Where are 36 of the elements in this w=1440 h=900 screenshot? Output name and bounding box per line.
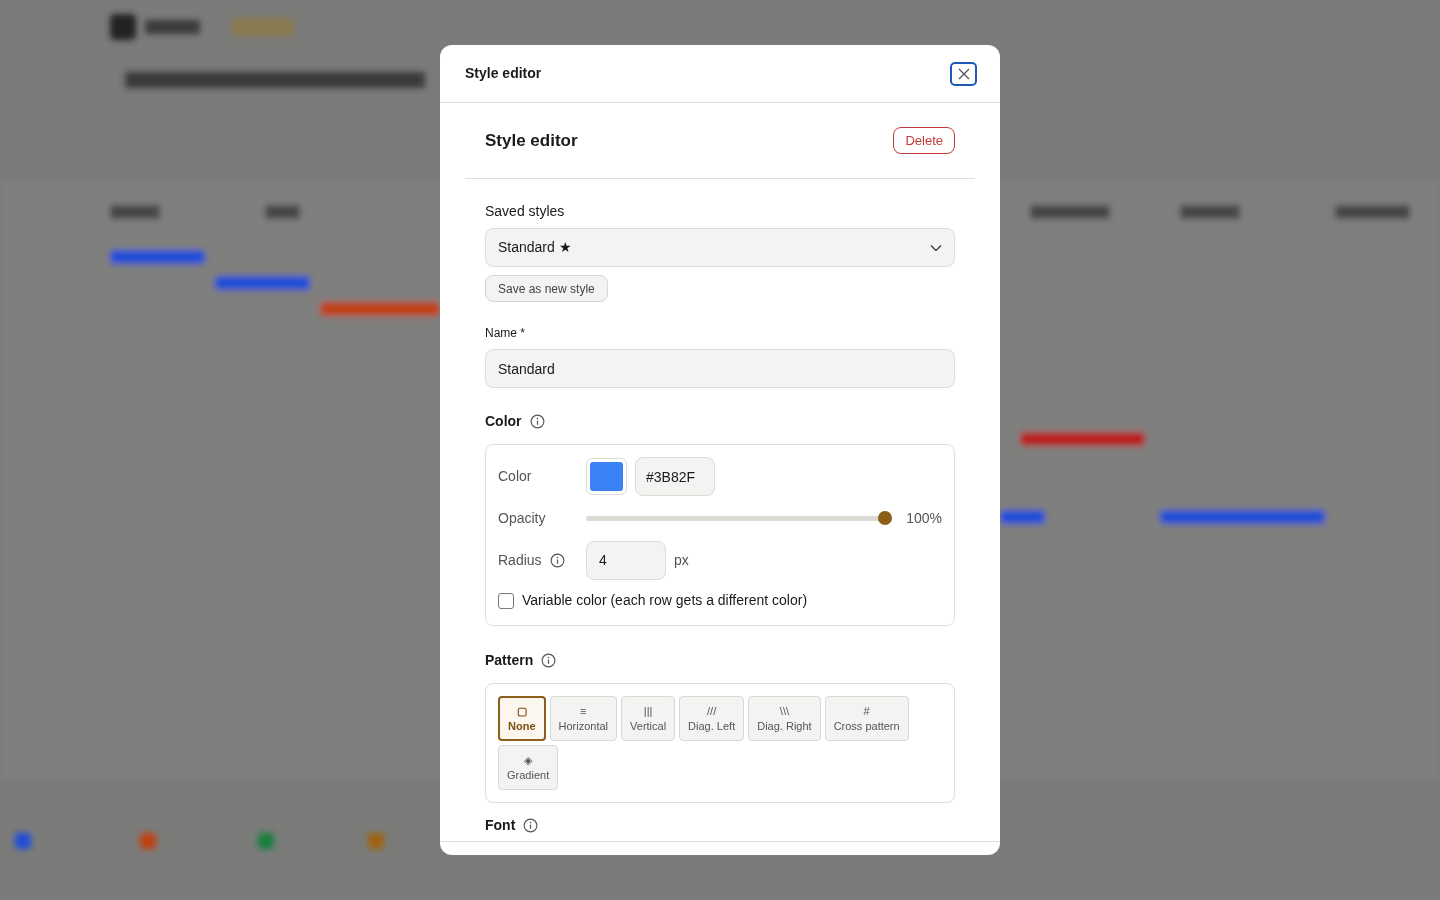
pattern-option[interactable]: ◈ Gradient	[498, 745, 559, 790]
dialog-title: Style editor	[465, 64, 542, 83]
info-icon	[523, 818, 539, 833]
saved-styles-dropdown[interactable]: Standard ★	[485, 228, 955, 267]
pattern-option[interactable]: ≡ Horizontal	[549, 696, 618, 741]
opacity-reading: 100%	[906, 508, 942, 528]
info-icon	[549, 552, 565, 568]
checkbox-label: Variable color (each row gets a different color)	[522, 591, 808, 610]
field-label: Opacity	[498, 508, 547, 528]
name-input[interactable]: Standard	[485, 349, 955, 388]
section-title: Color	[485, 412, 522, 431]
chevron-down-icon	[930, 243, 942, 252]
section-title: Font	[485, 816, 516, 835]
field-label: Name *	[485, 325, 526, 342]
pattern-option[interactable]: \\\ Diag. Right	[748, 696, 821, 741]
field-label: Saved styles	[485, 202, 566, 221]
close-button[interactable]	[950, 61, 977, 86]
pattern-option[interactable]: /// Diag. Left	[679, 696, 745, 741]
field-label: Color	[498, 467, 533, 486]
section-title: Pattern	[485, 651, 534, 670]
radius-input[interactable]: 4	[586, 540, 666, 580]
pattern-option[interactable]: # Cross pattern	[824, 696, 909, 741]
hex-color-input[interactable]: #3B82F	[635, 457, 715, 496]
pattern-option[interactable]: ▢ None	[498, 696, 546, 741]
field-label: Radius	[498, 550, 542, 570]
info-icon	[541, 653, 557, 668]
close-icon	[957, 67, 970, 80]
opacity-slider[interactable]	[586, 511, 892, 525]
unit-label: px	[674, 550, 689, 570]
save-as-new-style-button[interactable]: Save as new style	[485, 275, 608, 302]
editor-heading: Style editor	[485, 129, 578, 152]
delete-button[interactable]: Delete	[893, 127, 955, 154]
color-swatch[interactable]	[586, 458, 627, 495]
variable-color-checkbox[interactable]	[498, 592, 514, 609]
pattern-option[interactable]: ||| Vertical	[621, 696, 676, 741]
info-icon	[529, 414, 545, 429]
